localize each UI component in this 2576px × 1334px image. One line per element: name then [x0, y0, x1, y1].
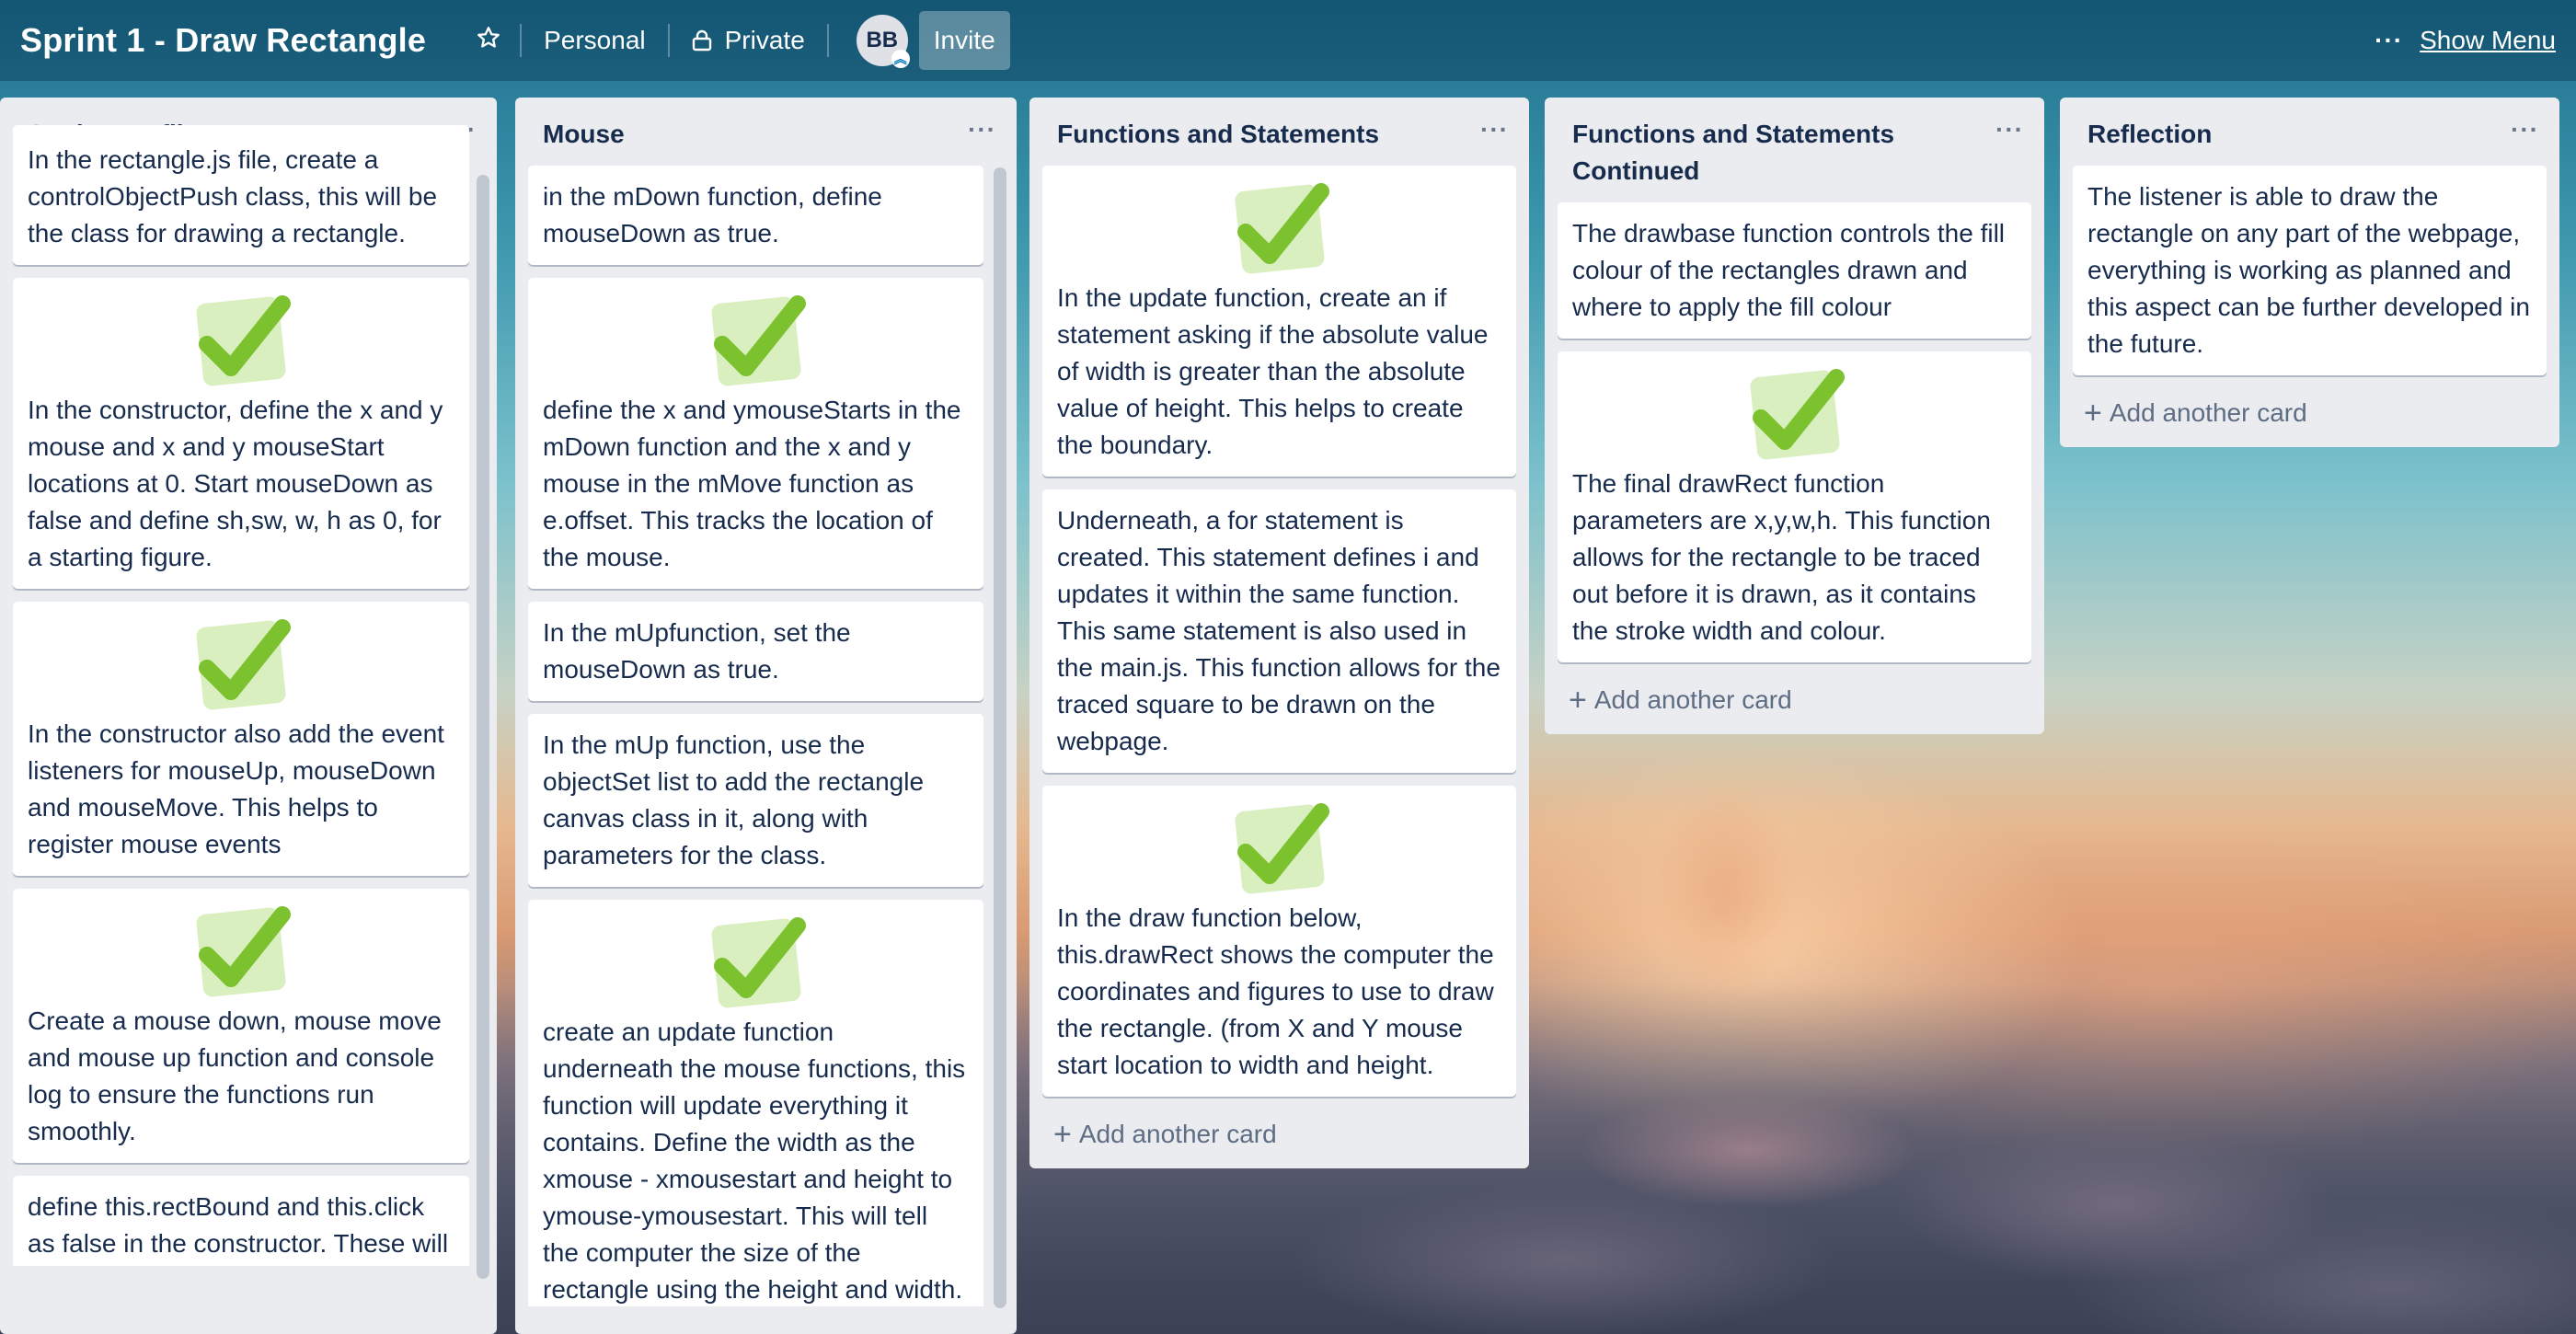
add-card-label: Add another card [2109, 398, 2307, 427]
plus-icon: + [1053, 1117, 1072, 1152]
card[interactable]: The listener is able to draw the rectang… [2073, 166, 2547, 375]
checkmark-icon [28, 291, 454, 392]
list-scrollbar[interactable] [477, 175, 489, 1279]
list-header: Functions and Statements Continued ··· [1545, 98, 2044, 202]
card[interactable]: Create a mouse down, mouse move and mous… [13, 889, 469, 1163]
add-card-button[interactable]: + Add another card [2060, 388, 2559, 447]
visibility-button[interactable]: Private [675, 13, 822, 68]
list-title[interactable]: Functions and Statements Continued [1572, 116, 1959, 190]
card[interactable]: define the x and ymouseStarts in the mDo… [528, 278, 983, 589]
card-text: In the mUpfunction, set the mouseDown as… [543, 618, 851, 684]
add-card-button[interactable]: + Add another card [1545, 675, 2044, 734]
card[interactable]: In the mUp function, use the objectSet l… [528, 714, 983, 887]
header-right: ··· Show Menu [2375, 26, 2556, 55]
card[interactable]: Underneath, a for statement is created. … [1042, 489, 1516, 773]
team-button[interactable]: Personal [527, 13, 662, 68]
plus-icon: + [1569, 683, 1587, 718]
list-title[interactable]: Mouse [543, 116, 625, 153]
card-text: define this.rectBound and this.click as … [28, 1192, 449, 1258]
card-text: Underneath, a for statement is created. … [1057, 506, 1501, 755]
card[interactable]: in the mDown function, define mouseDown … [528, 166, 983, 265]
board-title[interactable]: Sprint 1 - Draw Rectangle [20, 21, 426, 60]
add-card-button[interactable]: + Add another card [1029, 1110, 1529, 1168]
card-list: The drawbase function controls the fill … [1545, 202, 2044, 675]
plus-icon: + [2084, 396, 2102, 431]
list-functions-and-statements-continued: Functions and Statements Continued ··· T… [1545, 98, 2044, 734]
card[interactable]: create an update function underneath the… [528, 900, 983, 1306]
checkmark-icon [1057, 799, 1501, 900]
card[interactable]: In the update function, create an if sta… [1042, 166, 1516, 477]
list-title[interactable]: Functions and Statements [1057, 116, 1379, 153]
header-divider [826, 24, 829, 57]
checkmark-icon [28, 615, 454, 716]
card-text: Create a mouse down, mouse move and mous… [28, 1006, 442, 1145]
show-menu-link[interactable]: Show Menu [2420, 26, 2556, 55]
card[interactable]: In the draw function below, this.drawRec… [1042, 786, 1516, 1097]
add-card-label: Add another card [1593, 685, 1792, 714]
card-text: In the rectangle.js file, create a contr… [28, 145, 438, 247]
background-cloud-tower [1619, 736, 1831, 1030]
card[interactable]: define this.rectBound and this.click as … [13, 1176, 469, 1266]
card-text: The final drawRect function parameters a… [1572, 469, 1991, 645]
more-icon[interactable]: ··· [2375, 26, 2403, 55]
card[interactable]: In the mUpfunction, set the mouseDown as… [528, 602, 983, 701]
card-text: In the mUp function, use the objectSet l… [543, 730, 925, 869]
list-header: Reflection ··· [2060, 98, 2559, 166]
card-text: create an update function underneath the… [543, 1018, 966, 1304]
card-text: The drawbase function controls the fill … [1572, 219, 2006, 321]
header-divider [520, 24, 523, 57]
list-setting-up-files: Setting up files ··· In the rectangle.js… [0, 98, 497, 1334]
invite-button[interactable]: Invite [918, 11, 1010, 70]
list-menu-icon[interactable]: ··· [1995, 116, 2024, 144]
list-menu-icon[interactable]: ··· [968, 116, 996, 144]
card[interactable]: The final drawRect function parameters a… [1558, 351, 2031, 662]
card-list: In the update function, create an if sta… [1029, 166, 1529, 1110]
list-mouse: Mouse ··· in the mDown function, define … [515, 98, 1017, 1334]
card-text: In the constructor, define the x and y m… [28, 396, 443, 571]
checkmark-icon [1572, 364, 2017, 466]
card-list: The listener is able to draw the rectang… [2060, 166, 2559, 388]
card[interactable]: The drawbase function controls the fill … [1558, 202, 2031, 339]
list-title[interactable]: Reflection [2087, 116, 2212, 153]
list-scrollbar[interactable] [994, 167, 1006, 1308]
list-menu-icon[interactable]: ··· [1480, 116, 1509, 144]
star-icon [476, 25, 501, 57]
list-reflection: Reflection ··· The listener is able to d… [2060, 98, 2559, 447]
checkmark-icon [28, 902, 454, 1003]
card-text: In the update function, create an if sta… [1057, 283, 1489, 459]
card-text: define the x and ymouseStarts in the mDo… [543, 396, 961, 571]
list-menu-icon[interactable]: ··· [2511, 116, 2539, 144]
card-text: In the constructor also add the event li… [28, 719, 444, 858]
checkmark-icon [1057, 178, 1501, 280]
list-header: Functions and Statements ··· [1029, 98, 1529, 166]
header-divider [667, 24, 670, 57]
card-text: The listener is able to draw the rectang… [2087, 182, 2530, 358]
card[interactable]: In the rectangle.js file, create a contr… [13, 125, 469, 265]
avatar[interactable]: BB ︽ [856, 15, 910, 68]
list-functions-and-statements: Functions and Statements ··· In the upda… [1029, 98, 1529, 1168]
card[interactable]: In the constructor, define the x and y m… [13, 278, 469, 589]
lock-icon [692, 29, 712, 52]
board-header: Sprint 1 - Draw Rectangle Personal Priva… [0, 0, 2576, 81]
add-card-label: Add another card [1078, 1120, 1277, 1148]
visibility-label: Private [724, 26, 805, 54]
card-list: in the mDown function, define mouseDown … [515, 166, 1017, 1306]
checkmark-icon [543, 291, 969, 392]
checkmark-icon [543, 913, 969, 1014]
card-text: in the mDown function, define mouseDown … [543, 182, 882, 247]
admin-chevron-icon: ︽ [891, 50, 910, 68]
card[interactable]: In the constructor also add the event li… [13, 602, 469, 876]
list-header: Mouse ··· [515, 98, 1017, 166]
card-list: In the rectangle.js file, create a contr… [0, 125, 497, 1266]
star-button[interactable] [463, 13, 514, 68]
card-text: In the draw function below, this.drawRec… [1057, 903, 1494, 1079]
